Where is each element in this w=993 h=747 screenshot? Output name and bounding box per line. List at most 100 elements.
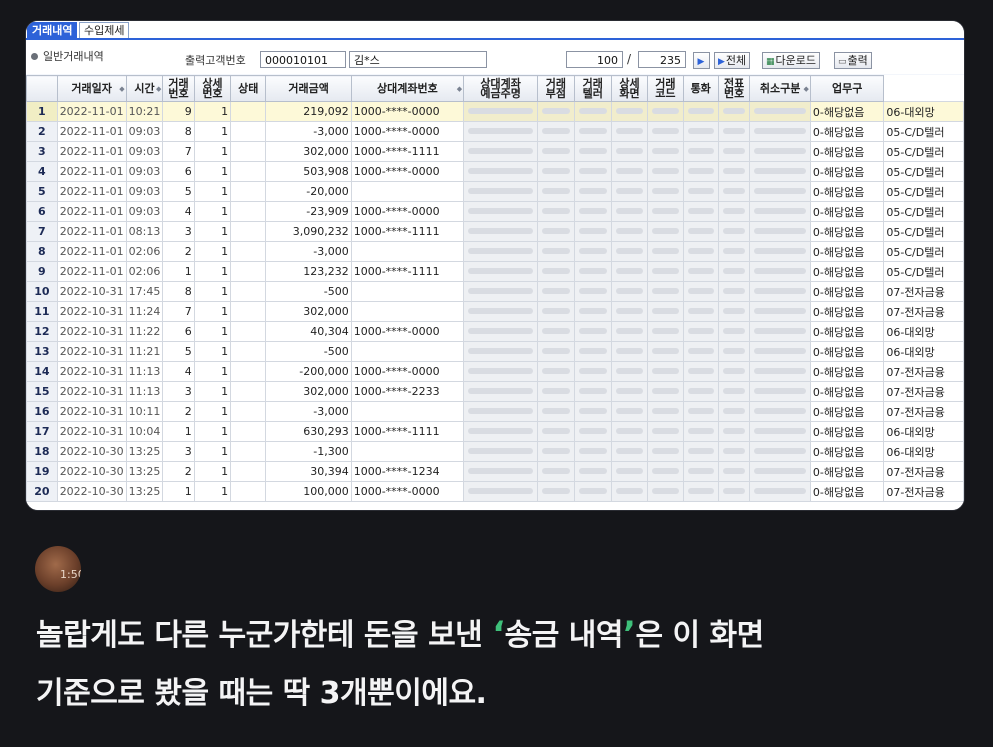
cell-business-type: 05-C/D텔러 [883,221,964,242]
table-row[interactable]: 18 2022-10-30 13:25 3 1 -1,300 0-해당없음 06-대외망 [26,441,964,462]
table-row[interactable]: 9 2022-11-01 02:06 1 1 123,232 1000-****-1111 0… [26,261,964,282]
header-detail-no[interactable]: 상세 번호 [193,75,232,102]
cell-time: 17:45 [125,281,164,302]
cell-slip-no-2 [749,441,811,462]
row-number: 11 [26,301,58,322]
cell-slip-no-2 [749,241,811,262]
header-date[interactable]: 거래일자 ◆ [56,75,127,102]
header-counter-holder[interactable]: 상대계좌 예금주명 [463,75,539,102]
cell-cancel-type: 0-해당없음 [809,481,885,502]
header-teller[interactable]: 거래 텔러 [573,75,612,102]
cell-status [230,281,267,302]
table-row[interactable]: 17 2022-10-31 10:04 1 1 630,293 1000-****-1111… [26,421,964,442]
cell-branch [537,161,575,182]
cell-amount: -500 [265,341,352,362]
cell-txn-no: 7 [162,301,195,322]
cell-amount: -3,000 [265,121,352,142]
section-title: 일반거래내역 [43,50,104,63]
row-number: 16 [26,401,58,422]
cell-cancel-type: 0-해당없음 [809,421,885,442]
cell-counter-holder [463,101,539,122]
cell-txn-code [647,341,684,362]
header-branch[interactable]: 거래 부점 [537,75,575,102]
table-row[interactable]: 12 2022-10-31 11:22 6 1 40,304 1000-****-0000 0… [26,321,964,342]
cell-slip-no [717,301,751,322]
cell-branch [537,321,575,342]
cell-teller [573,401,612,422]
cell-slip-no-2 [749,321,811,342]
cell-amount: 503,908 [265,161,352,182]
cell-teller [573,161,612,182]
cell-slip-no [717,421,751,442]
cell-currency [682,201,719,222]
cell-business-type: 05-C/D텔러 [883,241,964,262]
table-row[interactable]: 13 2022-10-31 11:21 5 1 -500 0-해당없음 06-대외망 [26,341,964,362]
cell-slip-no [717,161,751,182]
tab-import-tax[interactable]: 수입제세 [79,22,130,39]
header-amount[interactable]: 거래금액 [265,75,352,102]
table-row[interactable]: 3 2022-11-01 09:03 7 1 302,000 1000-****-1111 0… [26,141,964,162]
cell-business-type: 05-C/D텔러 [883,141,964,162]
header-detail-screen[interactable]: 상세 화면 [610,75,649,102]
table-row[interactable]: 2 2022-11-01 09:03 8 1 -3,000 1000-****-0000 0-… [26,121,964,142]
cell-counter-account [350,341,465,362]
table-row[interactable]: 16 2022-10-31 10:11 2 1 -3,000 0-해당없음 07-전자금융 [26,401,964,422]
printer-icon: ▭ [838,57,847,67]
page-current-field[interactable]: 100 [566,51,623,68]
table-row[interactable]: 20 2022-10-30 13:25 1 1 100,000 1000-****-0000… [26,481,964,502]
table-row[interactable]: 14 2022-10-31 11:13 4 1 -200,000 1000-****-000… [26,361,964,382]
header-cancel-type[interactable]: 취소구분 ◆ [749,75,811,102]
cell-cancel-type: 0-해당없음 [809,261,885,282]
cell-cancel-type: 0-해당없음 [809,301,885,322]
row-number: 3 [26,141,58,162]
cell-business-type: 06-대외망 [883,341,964,362]
table-row[interactable]: 19 2022-10-30 13:25 2 1 30,394 1000-****-1234 0… [26,461,964,482]
header-currency[interactable]: 통화 [682,75,719,102]
header-time[interactable]: 시간 ◆ [125,75,164,102]
download-button[interactable]: ▦다운로드 [762,52,820,69]
header-txn-no[interactable]: 거래 번호 [162,75,195,102]
cell-business-type: 07-전자금융 [883,281,964,302]
table-row[interactable]: 10 2022-10-31 17:45 8 1 -500 0-해당없음 07-전자금융 [26,281,964,302]
table-row[interactable]: 4 2022-11-01 09:03 6 1 503,908 1000-****-0000 0… [26,161,964,182]
table-row[interactable]: 5 2022-11-01 09:03 5 1 -20,000 0-해당없음 05-C/D텔러 [26,181,964,202]
cell-detail-no: 1 [193,421,232,442]
cell-slip-no-2 [749,221,811,242]
cell-slip-no-2 [749,401,811,422]
header-txn-code[interactable]: 거래 코드 [647,75,684,102]
table-row[interactable]: 6 2022-11-01 09:03 4 1 -23,909 1000-****-0000 0… [26,201,964,222]
cell-status [230,141,267,162]
cell-detail-screen [610,241,649,262]
table-row[interactable]: 15 2022-10-31 11:13 3 1 302,000 1000-****-2233… [26,381,964,402]
cell-detail-screen [610,341,649,362]
cell-amount: 302,000 [265,301,352,322]
cell-counter-account: 1000-****-1111 [350,141,465,162]
cell-counter-account: 1000-****-0000 [350,481,465,502]
cell-slip-no [717,401,751,422]
cell-currency [682,221,719,242]
next-page-button[interactable]: ▶ [693,52,710,69]
table-row[interactable]: 11 2022-10-31 11:24 7 1 302,000 0-해당없음 07-전자금융 [26,301,964,322]
header-status[interactable]: 상태 [230,75,267,102]
play-icon: ▶ [718,57,725,67]
cell-detail-screen [610,201,649,222]
table-row[interactable]: 8 2022-11-01 02:06 2 1 -3,000 0-해당없음 05-C/D텔러 [26,241,964,262]
cell-branch [537,401,575,422]
row-number: 17 [26,421,58,442]
header-business-type[interactable]: 업무구 [809,75,885,102]
customer-name-field[interactable]: 김*스 [349,51,487,68]
customer-no-field[interactable]: 000010101 [260,51,346,68]
header-counter-account[interactable]: 상대계좌번호 ◆ [350,75,465,102]
sort-icon: ◆ [803,85,809,93]
excel-icon: ▦ [766,57,775,67]
cell-branch [537,141,575,162]
cell-detail-screen [610,181,649,202]
table-row[interactable]: 7 2022-11-01 08:13 3 1 3,090,232 1000-****-111… [26,221,964,242]
table-row[interactable]: 1 2022-11-01 10:21 9 1 219,092 1000-****-0000 0… [26,101,964,122]
header-slip-no[interactable]: 전표번호 [717,75,751,102]
all-button[interactable]: ▶전체 [714,52,751,69]
cell-teller [573,201,612,222]
cell-teller [573,421,612,442]
tab-transactions[interactable]: 거래내역 [27,22,78,39]
print-button[interactable]: ▭출력 [834,52,872,69]
